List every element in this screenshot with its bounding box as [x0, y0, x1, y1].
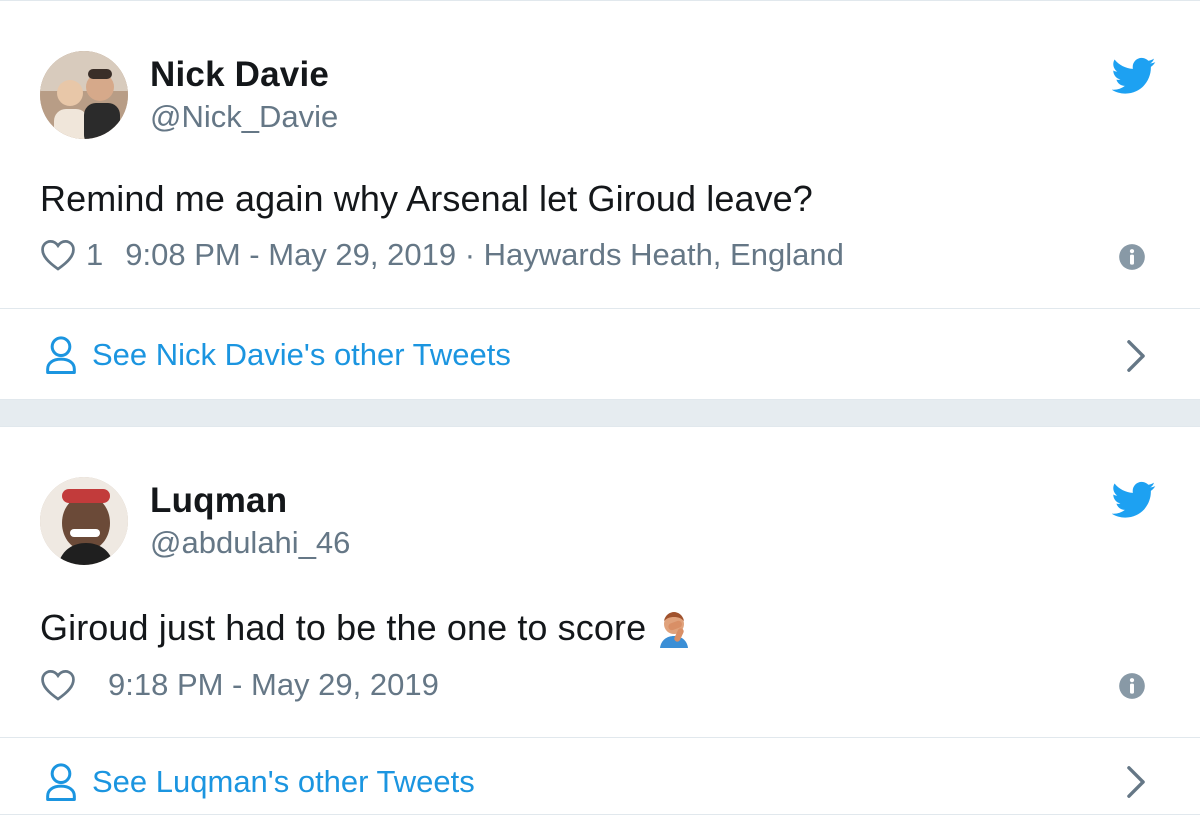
avatar[interactable]	[40, 51, 128, 139]
info-icon[interactable]	[1118, 672, 1146, 700]
tweet-text: Remind me again why Arsenal let Giroud l…	[40, 178, 813, 219]
twitter-bird-icon[interactable]	[1112, 481, 1156, 519]
chevron-right-icon[interactable]	[1124, 765, 1148, 799]
tweet-header: Luqman @abdulahi_46	[40, 477, 1160, 567]
see-other-tweets-link[interactable]: See Nick Davie's other Tweets	[44, 335, 511, 375]
person-icon	[46, 336, 76, 374]
tweet-text-row: Giroud just had to be the one to score	[40, 607, 694, 649]
see-other-tweets-link[interactable]: See Luqman's other Tweets	[44, 762, 475, 802]
tweet-meta: 1 9:08 PM - May 29, 2019 · Haywards Heat…	[40, 237, 844, 273]
avatar[interactable]	[40, 477, 128, 565]
divider	[0, 737, 1200, 738]
divider	[0, 308, 1200, 309]
person-icon	[46, 763, 76, 801]
tweet-timestamp[interactable]: 9:18 PM - May 29, 2019	[108, 667, 439, 703]
info-icon[interactable]	[1118, 243, 1146, 271]
facepalm-emoji-icon	[660, 612, 689, 648]
meta-separator: ·	[456, 237, 484, 272]
tweet-meta: 9:18 PM - May 29, 2019	[40, 667, 439, 703]
tweet-card[interactable]: Luqman @abdulahi_46 Giroud just had to b…	[0, 426, 1200, 815]
tweet-text: Giroud just had to be the one to score	[40, 607, 647, 648]
display-name[interactable]: Nick Davie	[150, 55, 329, 95]
tweet-header: Nick Davie @Nick_Davie	[40, 51, 1160, 141]
tweet-location[interactable]: Haywards Heath, England	[484, 237, 844, 273]
display-name[interactable]: Luqman	[150, 481, 287, 521]
twitter-bird-icon[interactable]	[1112, 57, 1156, 95]
heart-icon[interactable]	[40, 238, 76, 272]
tweet-timestamp[interactable]: 9:08 PM - May 29, 2019	[125, 237, 456, 273]
see-other-tweets-label[interactable]: See Nick Davie's other Tweets	[92, 337, 511, 373]
see-other-tweets-label[interactable]: See Luqman's other Tweets	[92, 764, 475, 800]
tweet-card[interactable]: Nick Davie @Nick_Davie Remind me again w…	[0, 0, 1200, 400]
chevron-right-icon[interactable]	[1124, 339, 1148, 373]
user-handle[interactable]: @Nick_Davie	[150, 99, 338, 135]
heart-icon[interactable]	[40, 668, 76, 702]
user-handle[interactable]: @abdulahi_46	[150, 525, 350, 561]
like-count: 1	[86, 237, 104, 272]
